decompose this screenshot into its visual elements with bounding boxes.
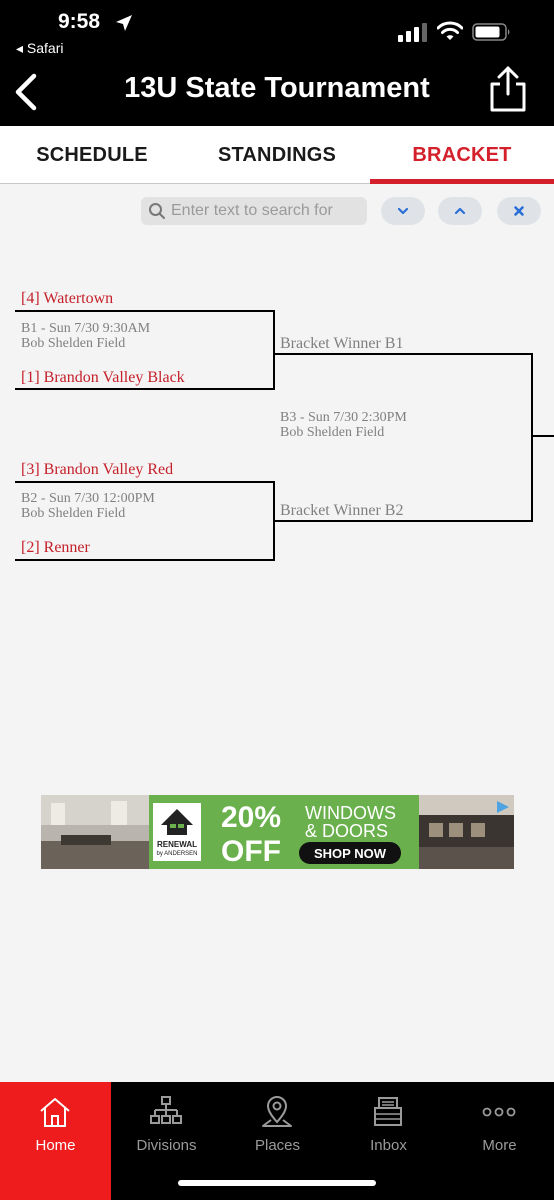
ad-banner[interactable]: RENEWAL by ANDERSEN 20% OFF WINDOWS & DO… — [41, 795, 514, 869]
divisions-icon — [150, 1096, 182, 1124]
team-watertown[interactable]: [4] Watertown — [21, 290, 113, 308]
inbox-icon — [374, 1097, 402, 1126]
ad-headline-percent: 20% — [221, 801, 281, 834]
ad-cta: SHOP NOW — [314, 846, 387, 861]
ad-offer-line2: & DOORS — [305, 821, 388, 841]
ad-headline-off: OFF — [221, 835, 281, 868]
nav-home-label: Home — [35, 1137, 76, 1154]
team-brandon-valley-red[interactable]: [3] Brandon Valley Red — [21, 461, 173, 479]
ad-brand-sub: by ANDERSEN — [156, 851, 197, 857]
nav-more-label: More — [482, 1137, 517, 1154]
nav-more[interactable]: More — [444, 1082, 554, 1200]
nav-places-label: Places — [254, 1137, 301, 1154]
team-brandon-valley-black[interactable]: [1] Brandon Valley Black — [21, 369, 185, 387]
team-renner[interactable]: [2] Renner — [21, 539, 90, 557]
nav-divisions-label: Divisions — [136, 1137, 197, 1154]
ad-image: RENEWAL by ANDERSEN 20% OFF WINDOWS & DO… — [41, 795, 514, 869]
game-b2-time: B2 - Sun 7/30 12:00PM — [21, 491, 155, 506]
bracket-winner-b1: Bracket Winner B1 — [280, 335, 404, 352]
more-icon — [482, 1107, 516, 1117]
ad-brand-name: RENEWAL — [157, 840, 197, 849]
map-pin-icon — [262, 1096, 292, 1127]
ad-offer-line1: WINDOWS — [305, 803, 396, 823]
game-b1-field: Bob Shelden Field — [21, 336, 126, 351]
home-icon — [40, 1098, 70, 1127]
game-b1-time: B1 - Sun 7/30 9:30AM — [21, 321, 151, 336]
bracket-winner-b2: Bracket Winner B2 — [280, 502, 404, 519]
game-b2-field: Bob Shelden Field — [21, 506, 126, 521]
home-indicator — [178, 1180, 376, 1186]
nav-home[interactable]: Home — [0, 1082, 111, 1200]
game-b3-field: Bob Shelden Field — [280, 425, 385, 440]
game-b3-time: B3 - Sun 7/30 2:30PM — [280, 410, 407, 425]
nav-inbox-label: Inbox — [370, 1137, 407, 1154]
